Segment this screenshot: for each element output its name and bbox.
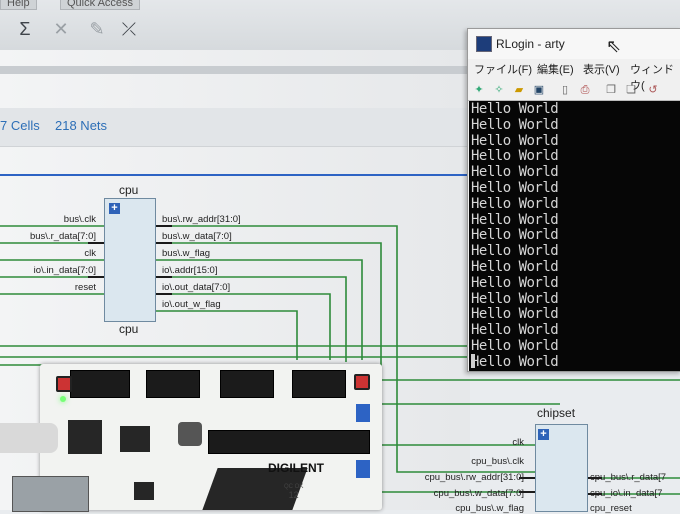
pmod-header-2 bbox=[146, 370, 200, 398]
reset-button-right bbox=[354, 374, 370, 390]
terminal-line: Hello World bbox=[471, 101, 559, 117]
chipset-input-label: cpu_bus\.rw_addr[31:0] bbox=[424, 472, 524, 483]
terminal-line: Hello World bbox=[471, 227, 559, 244]
terminal-line: Hello World bbox=[471, 180, 559, 196]
terminal-line: Hello World bbox=[471, 338, 559, 354]
chipset-input-label: clk bbox=[512, 437, 524, 448]
terminal-line: Hello World bbox=[471, 306, 559, 323]
usb-chip bbox=[68, 420, 102, 454]
cpu-block-title: cpu bbox=[119, 183, 139, 197]
terminal-line: Hello World bbox=[471, 195, 559, 212]
cpu-output-label: io\.out_data[7:0] bbox=[162, 282, 231, 293]
cpu-output-label: io\.out_w_flag bbox=[162, 299, 221, 310]
menu-view[interactable]: 表示(V) bbox=[583, 61, 620, 77]
disconnect-icon[interactable]: ✧ bbox=[492, 83, 506, 97]
small-ic bbox=[134, 482, 154, 500]
pmod-header-1 bbox=[70, 370, 130, 398]
chipset-output-label: cpu_bus\.r_data[7 bbox=[590, 472, 667, 483]
cpu-block[interactable]: + bbox=[104, 198, 156, 322]
terminal-screen[interactable]: Hello World Hello World Hello World Hell… bbox=[469, 101, 680, 371]
chipset-input-label: cpu_bus\.w_flag bbox=[455, 503, 524, 514]
chipset-input-label: cpu_bus\.clk bbox=[471, 456, 524, 467]
terminal-cursor bbox=[471, 354, 475, 368]
qc-sticker: QC OK 12 bbox=[284, 484, 303, 500]
terminal-line: Hello World bbox=[471, 353, 559, 370]
power-led bbox=[60, 396, 66, 402]
open-folder-icon[interactable]: ▰ bbox=[512, 83, 526, 97]
menu-edit[interactable]: 編集(E) bbox=[537, 61, 574, 77]
pmod-header-4 bbox=[292, 370, 346, 398]
mouse-pointer-icon: ⇖ bbox=[606, 36, 622, 56]
paste-icon[interactable]: ❏ bbox=[624, 83, 638, 97]
chipset-input-label: cpu_bus\.w_data[7:0] bbox=[433, 488, 524, 499]
terminal-title: RLogin - arty bbox=[496, 37, 565, 51]
reset-button-left bbox=[56, 376, 72, 392]
terminal-line: Hello World bbox=[471, 322, 559, 339]
arduino-header bbox=[208, 430, 370, 454]
cpu-output-label: bus\.w_flag bbox=[162, 248, 211, 259]
qc-number: 12 bbox=[288, 490, 299, 500]
cpu-input-label: clk bbox=[84, 248, 96, 259]
chipset-block-title: chipset bbox=[537, 406, 576, 420]
cpu-input-label: reset bbox=[74, 282, 96, 293]
pmod-header-3 bbox=[220, 370, 274, 398]
undo-icon[interactable]: ↺ bbox=[646, 83, 660, 97]
terminal-line: Hello World bbox=[471, 148, 559, 165]
cpu-output-label: io\.addr[15:0] bbox=[162, 265, 218, 276]
chipset-output-label: cpu_reset bbox=[590, 503, 632, 514]
cpu-output-label: bus\.rw_addr[31:0] bbox=[162, 214, 241, 225]
copy-icon[interactable]: ❐ bbox=[604, 83, 618, 97]
cpu-block-bottom-title: cpu bbox=[119, 322, 139, 336]
terminal-line: Hello World bbox=[471, 164, 559, 181]
cpu-input-label: bus\.r_data[7:0] bbox=[29, 231, 96, 242]
board-brand: DIGILENT bbox=[268, 461, 324, 475]
terminal-line: Hello World bbox=[471, 243, 559, 260]
terminal-line: Hello World bbox=[471, 132, 559, 149]
terminal-line: Hello World bbox=[471, 211, 559, 228]
chipset-output-label: cpu_io\.in_data[7 bbox=[590, 488, 663, 499]
connect-icon[interactable]: ✦ bbox=[472, 83, 486, 97]
blue-switch bbox=[356, 404, 370, 422]
usb-cable bbox=[0, 423, 58, 453]
ethernet-jack bbox=[12, 476, 89, 512]
save-icon[interactable]: ▣ bbox=[532, 83, 546, 97]
oscillator bbox=[178, 422, 202, 446]
terminal-toolbar: ✦ ✧ ▰ ▣ ▯ ⎙ ❐ ❏ ↺ bbox=[468, 80, 680, 101]
terminal-line: Hello World bbox=[471, 259, 559, 275]
terminal-title-bar[interactable]: RLogin - arty bbox=[468, 29, 680, 59]
ic-chip bbox=[120, 426, 150, 452]
chipset-block[interactable]: + bbox=[535, 424, 588, 512]
rlogin-app-icon bbox=[476, 36, 492, 52]
cpu-input-label: io\.in_data[7:0] bbox=[33, 265, 96, 276]
menu-file[interactable]: ファイル(F) bbox=[474, 61, 532, 77]
print-icon[interactable]: ⎙ bbox=[578, 83, 592, 97]
cpu-output-label: bus\.w_data[7:0] bbox=[162, 231, 232, 242]
blue-switch bbox=[356, 460, 370, 478]
expand-plus-icon[interactable]: + bbox=[538, 429, 549, 440]
fpga-board: DIGILENT QC OK 12 bbox=[40, 364, 382, 510]
terminal-line: Hello World bbox=[471, 274, 559, 291]
cpu-input-label: bus\.clk bbox=[63, 214, 96, 225]
new-document-icon[interactable]: ▯ bbox=[558, 83, 572, 97]
terminal-window[interactable]: RLogin - arty ファイル(F) 編集(E) 表示(V) ウィンドウ(… bbox=[467, 28, 680, 372]
terminal-line: Hello World bbox=[471, 116, 559, 133]
terminal-menu-bar: ファイル(F) 編集(E) 表示(V) ウィンドウ( bbox=[468, 59, 680, 92]
expand-plus-icon[interactable]: + bbox=[109, 203, 120, 214]
terminal-line: Hello World bbox=[471, 290, 559, 307]
